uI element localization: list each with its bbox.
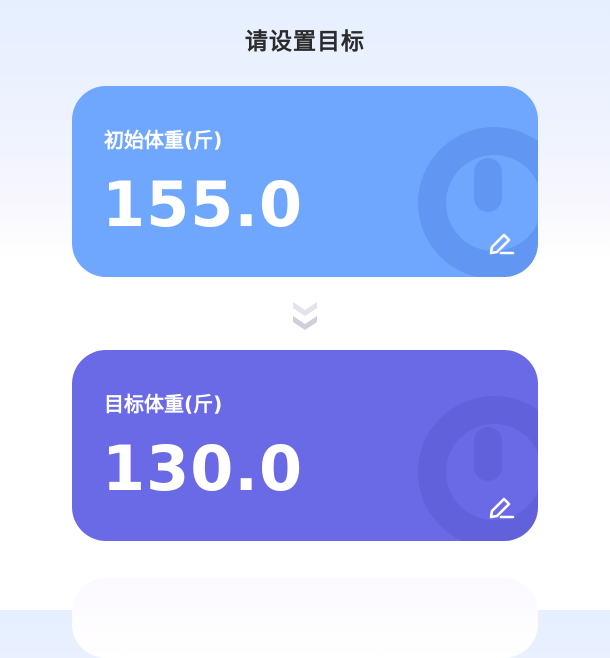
scale-weight-icon: [418, 396, 538, 541]
scale-weight-icon: [418, 127, 538, 277]
next-card-partial: [72, 578, 538, 658]
pencil-edit-icon[interactable]: [484, 489, 516, 521]
pencil-edit-icon[interactable]: [484, 225, 516, 257]
double-chevron-down-icon: [293, 302, 317, 330]
start-weight-card[interactable]: 初始体重(斤) 155.0: [72, 86, 538, 277]
target-weight-card[interactable]: 目标体重(斤) 130.0: [72, 350, 538, 541]
target-weight-value: 130.0: [102, 432, 304, 505]
target-weight-label: 目标体重(斤): [104, 392, 223, 416]
page-title: 请设置目标: [245, 29, 365, 55]
start-weight-value: 155.0: [102, 168, 304, 241]
start-weight-label: 初始体重(斤): [104, 128, 223, 152]
